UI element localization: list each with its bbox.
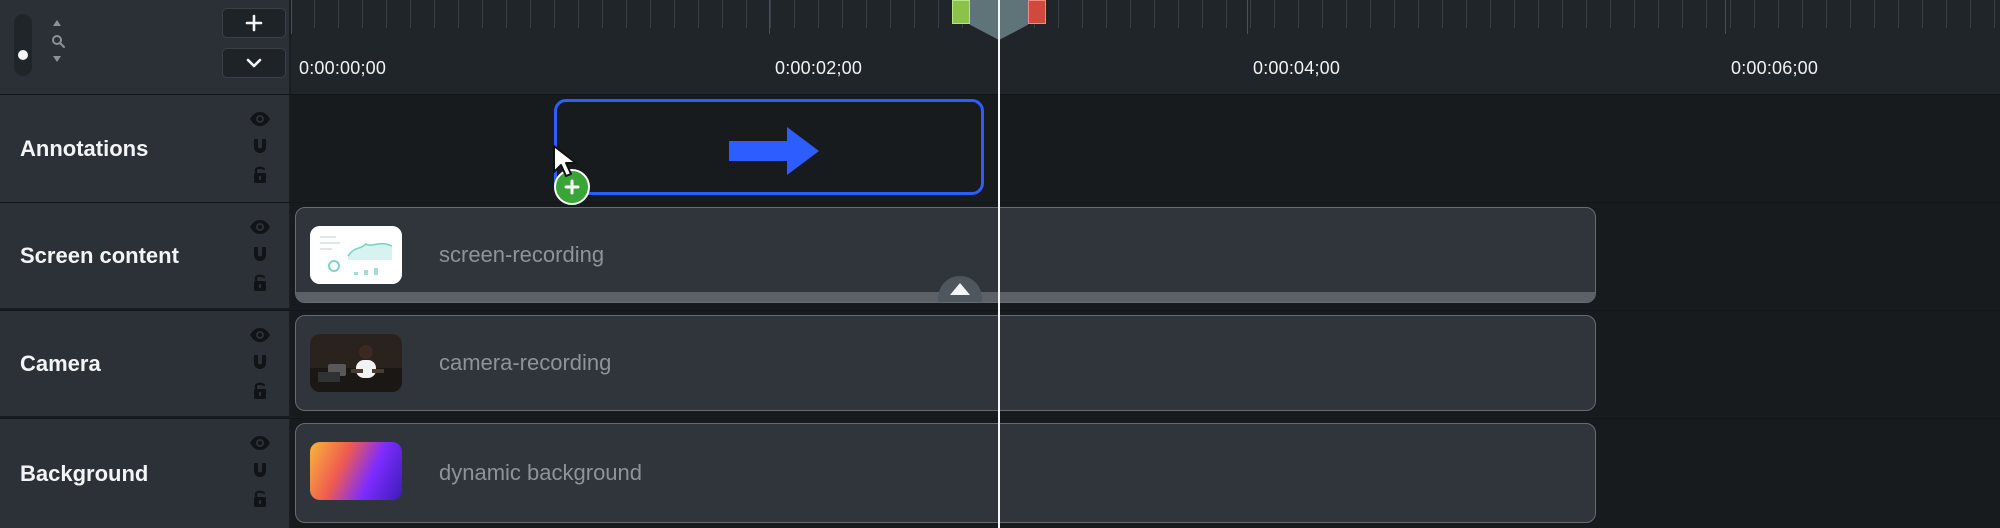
plus-icon bbox=[245, 14, 263, 32]
eye-icon[interactable] bbox=[248, 107, 272, 131]
timeline-editor: 0:00:00;00 0:00:02;00 0:00:04;00 0:00:06… bbox=[0, 0, 2000, 528]
track-name-camera: Camera bbox=[20, 350, 101, 376]
chevron-down-icon bbox=[246, 58, 262, 68]
ruler-ticks-major bbox=[291, 0, 2000, 34]
unlock-icon[interactable] bbox=[248, 487, 272, 511]
track-camera: Camera camera-recording bbox=[0, 310, 2000, 416]
track-lane-background[interactable]: dynamic background bbox=[291, 419, 2000, 528]
track-header-screen-content: Screen content bbox=[0, 203, 290, 308]
track-controls-background bbox=[248, 431, 272, 515]
track-screen-content: Screen content screen-recording bbox=[0, 202, 2000, 308]
playhead-in-marker[interactable] bbox=[952, 0, 970, 24]
track-header-annotations: Annotations bbox=[0, 95, 290, 202]
track-header-background: Background bbox=[0, 419, 290, 528]
dynamic-background-clip[interactable]: dynamic background bbox=[295, 423, 1596, 523]
ruler-label-0: 0:00:00;00 bbox=[299, 58, 387, 78]
collapse-tracks-button[interactable] bbox=[222, 48, 286, 78]
ruler-label-4: 0:00:04;00 bbox=[1253, 58, 1341, 78]
dashboard-thumbnail-icon bbox=[310, 226, 402, 284]
magnet-icon[interactable] bbox=[248, 135, 272, 159]
magnet-icon[interactable] bbox=[248, 351, 272, 375]
track-header-camera: Camera bbox=[0, 311, 290, 416]
track-background: Background dynamic background bbox=[0, 418, 2000, 528]
magnet-icon[interactable] bbox=[248, 243, 272, 267]
arrow-right-icon bbox=[729, 127, 819, 175]
playhead-line[interactable] bbox=[998, 0, 1000, 528]
chevron-up-icon bbox=[950, 283, 970, 295]
zoom-slider-knob[interactable] bbox=[18, 50, 28, 60]
playhead-center-line bbox=[998, 0, 1000, 42]
track-annotations: Annotations bbox=[0, 94, 2000, 202]
unlock-icon[interactable] bbox=[248, 163, 272, 187]
ruler-label-2: 0:00:02;00 bbox=[775, 58, 863, 78]
unlock-icon[interactable] bbox=[248, 379, 272, 403]
magnet-icon[interactable] bbox=[248, 459, 272, 483]
person-thumbnail-icon bbox=[310, 334, 402, 392]
camera-recording-label: camera-recording bbox=[439, 350, 612, 375]
zoom-icon bbox=[50, 16, 68, 70]
track-controls-camera bbox=[248, 323, 272, 407]
zoom-up-icon bbox=[53, 20, 61, 26]
ruler-label-6: 0:00:06;00 bbox=[1731, 58, 1819, 78]
track-controls-annotations bbox=[248, 107, 272, 191]
track-controls-screen-content bbox=[248, 215, 272, 299]
track-name-annotations: Annotations bbox=[20, 135, 149, 161]
zoom-down-icon bbox=[53, 56, 61, 62]
eye-icon[interactable] bbox=[248, 215, 272, 239]
expand-clip-button[interactable] bbox=[938, 276, 982, 302]
track-lane-screen-content[interactable]: screen-recording bbox=[291, 203, 2000, 308]
track-name-screen-content: Screen content bbox=[20, 242, 179, 268]
gradient-thumbnail-icon bbox=[310, 442, 402, 500]
playhead-out-marker[interactable] bbox=[1028, 0, 1046, 24]
add-track-button[interactable] bbox=[222, 8, 286, 38]
track-area: Annotations Screen content screen-record… bbox=[0, 94, 2000, 528]
annotation-clip[interactable] bbox=[554, 99, 984, 195]
dynamic-background-label: dynamic background bbox=[439, 460, 643, 485]
camera-recording-clip[interactable]: camera-recording bbox=[295, 315, 1596, 411]
track-name-background: Background bbox=[20, 460, 149, 486]
timeline-ruler[interactable]: 0:00:00;00 0:00:02;00 0:00:04;00 0:00:06… bbox=[291, 0, 2000, 94]
screen-recording-clip[interactable]: screen-recording bbox=[295, 207, 1596, 303]
screen-recording-label: screen-recording bbox=[439, 242, 605, 267]
unlock-icon[interactable] bbox=[248, 271, 272, 295]
cursor-arrow-icon bbox=[553, 145, 577, 177]
playhead-handle[interactable] bbox=[952, 0, 1046, 42]
eye-icon[interactable] bbox=[248, 323, 272, 347]
eye-icon[interactable] bbox=[248, 431, 272, 455]
timeline-header-controls bbox=[0, 0, 290, 94]
track-lane-camera[interactable]: camera-recording bbox=[291, 311, 2000, 416]
zoom-slider[interactable] bbox=[14, 14, 32, 76]
magnifier-icon bbox=[52, 35, 65, 48]
track-lane-annotations[interactable] bbox=[291, 95, 2000, 202]
